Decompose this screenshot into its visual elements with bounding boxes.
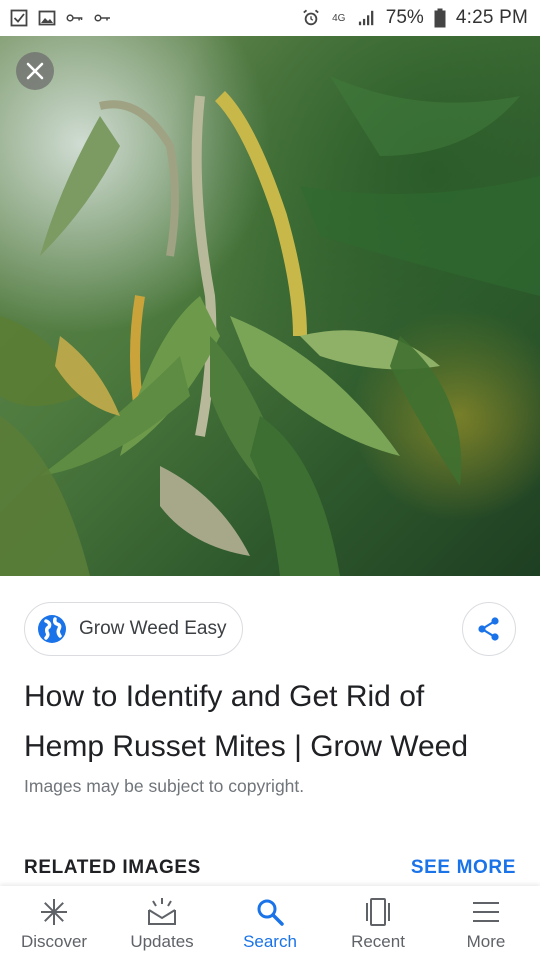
search-icon [253,896,287,928]
page-title-line-1: How to Identify and Get Rid of [24,680,425,713]
hero-image[interactable] [0,36,540,576]
source-chip[interactable]: Grow Weed Easy [24,602,244,656]
share-icon [478,617,499,641]
close-icon [26,62,44,80]
checkbox-icon [10,9,28,27]
status-left [10,9,112,27]
nav-label-recent: Recent [351,932,405,951]
nav-item-search[interactable]: Search [216,886,324,960]
see-more-link[interactable]: SEE MORE [411,857,516,879]
clock: 4:25 PM [455,7,528,28]
nav-label-updates: Updates [130,932,194,951]
source-name: Grow Weed Easy [79,618,227,639]
nav-label-more: More [466,932,506,951]
nav-item-more[interactable]: More [432,886,540,960]
battery-icon [434,8,446,28]
nav-item-updates[interactable]: Updates [108,886,216,960]
share-button[interactable] [462,602,516,656]
key-icon [66,9,84,27]
network-type-label: 4G [332,12,346,24]
nav-item-discover[interactable]: Discover [0,886,108,960]
related-images-header: RELATED IMAGES [24,857,201,878]
signal-icon [358,9,376,27]
copyright-note: Images may be subject to copyright. [24,776,305,796]
menu-icon [469,896,503,928]
page-title[interactable]: How to Identify and Get Rid of Hemp Russ… [24,672,524,772]
status-right: 4G 75% 4:25 PM [302,7,528,29]
globe-icon [37,614,67,644]
nav-label-discover: Discover [20,932,88,951]
network-type-icon: 4G [330,9,348,27]
alarm-icon [302,9,320,27]
nav-label-search: Search [243,932,297,951]
key-small-icon [94,9,112,27]
recent-icon [361,896,395,928]
discover-icon [37,896,71,928]
updates-icon [145,896,179,928]
bottom-nav: Discover Updates Search Recent More [0,886,540,960]
plant-illustration [0,76,540,576]
close-button[interactable] [16,52,54,90]
image-icon [38,9,56,27]
app-screen: 4G 75% 4:25 PM Grow Weed Easy How to Ide… [0,0,540,960]
nav-item-recent[interactable]: Recent [324,886,432,960]
battery-percent: 75% [385,7,424,28]
status-bar: 4G 75% 4:25 PM [0,0,540,36]
page-title-line-2: Hemp Russet Mites | Grow Weed [24,730,469,763]
